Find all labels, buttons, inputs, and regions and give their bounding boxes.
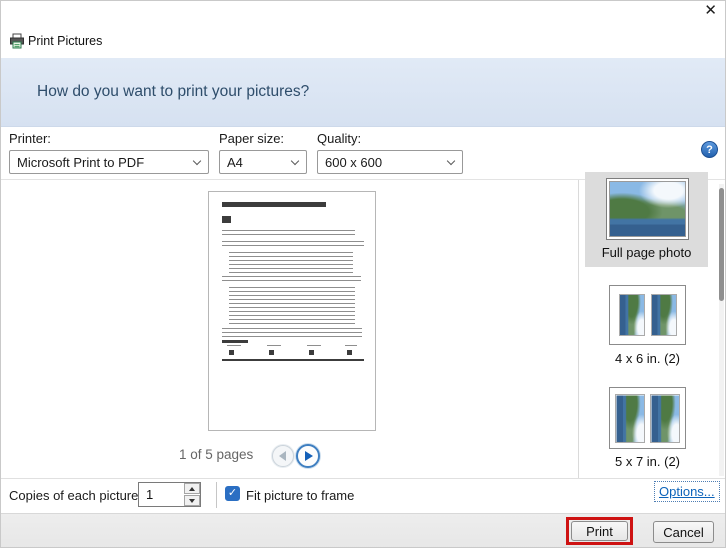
quality-label: Quality: [317, 131, 361, 146]
document-text-line [229, 252, 353, 273]
header-question: How do you want to print your pictures? [37, 58, 309, 126]
document-text-line [309, 350, 314, 355]
separator [578, 180, 579, 478]
document-text-line [222, 276, 361, 284]
copies-input[interactable] [139, 483, 184, 506]
options-link[interactable]: Options... [654, 481, 720, 502]
paper-size-label: Paper size: [219, 131, 284, 146]
document-text-line [267, 345, 281, 347]
chevron-down-icon [193, 157, 201, 165]
separator [1, 478, 725, 479]
print-pictures-dialog: ✕ Print Pictures How do you want to prin… [0, 0, 726, 548]
quality-select[interactable]: 600 x 600 [317, 150, 463, 174]
document-text-line [227, 345, 241, 347]
rotated-photo-thumbnail [652, 295, 677, 336]
copies-label: Copies of each picture: [9, 488, 142, 503]
window-title: Print Pictures [28, 34, 102, 48]
cancel-button[interactable]: Cancel [653, 521, 714, 543]
help-icon[interactable]: ? [701, 141, 718, 158]
document-text-line [222, 241, 364, 249]
chevron-down-icon [291, 157, 299, 165]
fit-picture-checkbox[interactable]: ✓ [225, 486, 240, 501]
rotated-photo-thumbnail [620, 295, 645, 336]
document-text-line [222, 230, 355, 237]
header-band: How do you want to print your pictures? [1, 58, 725, 127]
layout-option-full-page-label: Full page photo [585, 245, 708, 260]
copies-stepper[interactable] [138, 482, 201, 507]
landscape-photo-thumbnail [610, 182, 685, 236]
document-preview-page [208, 191, 376, 431]
divider [216, 482, 217, 508]
spinner-up-icon[interactable] [184, 483, 200, 494]
printer-select-value: Microsoft Print to PDF [17, 155, 144, 170]
document-text-line [229, 350, 234, 355]
next-page-button[interactable] [296, 444, 320, 468]
print-button[interactable]: Print [571, 521, 628, 541]
previous-page-button[interactable] [272, 445, 294, 467]
layout-option-4x6-label: 4 x 6 in. (2) [586, 351, 709, 366]
close-icon[interactable]: ✕ [704, 3, 717, 19]
document-text-line [222, 202, 326, 207]
paper-size-select-value: A4 [227, 155, 243, 170]
document-text-line [345, 345, 357, 347]
quality-select-value: 600 x 600 [325, 155, 382, 170]
paper-size-select[interactable]: A4 [219, 150, 307, 174]
layout-option-5x7[interactable] [609, 387, 686, 449]
layout-option-5x7-label: 5 x 7 in. (2) [586, 454, 709, 469]
document-text-line [222, 328, 362, 337]
prev-page-icon [279, 451, 286, 461]
layout-option-full-page[interactable] [606, 178, 689, 240]
rotated-photo-thumbnail [616, 395, 645, 443]
document-text-line [269, 350, 274, 355]
fit-picture-label: Fit picture to frame [246, 488, 354, 503]
document-text-line [307, 345, 321, 347]
layout-option-4x6[interactable] [609, 285, 686, 345]
printer-label: Printer: [9, 131, 51, 146]
document-text-line [222, 340, 248, 343]
scrollbar-thumb[interactable] [719, 188, 724, 301]
rotated-photo-thumbnail [651, 395, 680, 443]
page-count-label: 1 of 5 pages [179, 447, 253, 462]
document-text-line [347, 350, 352, 355]
document-text-line [222, 216, 231, 223]
document-text-line [229, 287, 355, 325]
printer-icon [9, 33, 25, 49]
next-page-icon [305, 451, 313, 461]
chevron-down-icon [447, 157, 455, 165]
printer-select[interactable]: Microsoft Print to PDF [9, 150, 209, 174]
document-text-line [222, 359, 364, 361]
spinner-down-icon[interactable] [184, 495, 200, 506]
